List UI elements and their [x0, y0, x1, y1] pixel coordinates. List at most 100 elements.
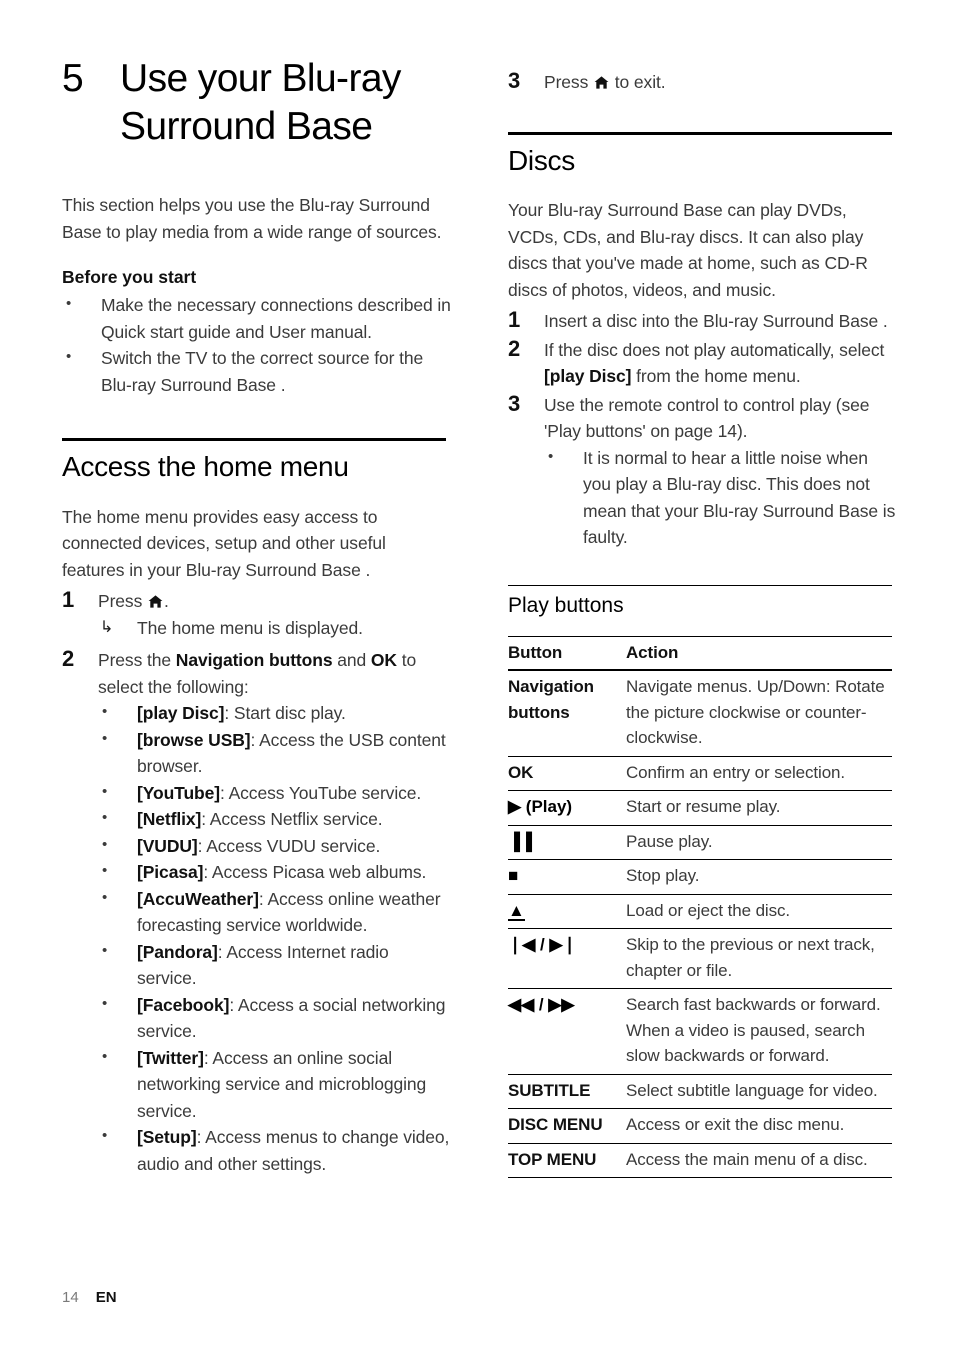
discs-section: Discs Your Blu-ray Surround Base can pla…	[508, 131, 898, 551]
page-footer: 14 EN	[62, 1289, 117, 1306]
list-item: Make the necessary connections described…	[62, 291, 452, 345]
ok-label: OK	[370, 650, 397, 671]
option-label: [AccuWeather]	[137, 888, 259, 909]
section-intro: The home menu provides easy access to co…	[62, 506, 386, 580]
step-text-before-icon: Press	[98, 591, 147, 612]
step-2: 2 If the disc does not play automaticall…	[508, 335, 898, 390]
step-note-list: It is normal to hear a little noise when…	[544, 444, 898, 551]
option-desc: : Access VUDU service.	[197, 835, 381, 856]
search-icon: ◀◀ / ▶▶	[508, 988, 626, 1075]
table-row: ■ Stop play.	[508, 859, 892, 895]
section-heading: Discs	[508, 144, 575, 176]
action-cell: Select subtitle language for video.	[626, 1074, 892, 1110]
option-label: [Setup]	[137, 1127, 197, 1148]
step-result: ↳ The home menu is displayed.	[98, 615, 452, 642]
option-label: [browse USB]	[137, 729, 251, 750]
list-item: [VUDU]: Access VUDU service.	[98, 832, 452, 860]
step-result-text: The home menu is displayed.	[137, 617, 363, 638]
table-row: ❘◀ / ▶❘ Skip to the previous or next tra…	[508, 928, 892, 990]
column-header-button: Button	[508, 635, 626, 672]
option-desc: : Start disc play.	[224, 703, 346, 724]
arrow-right-icon: ↳	[100, 618, 114, 636]
action-cell: Stop play.	[626, 859, 892, 895]
home-icon	[594, 76, 609, 89]
button-cell: SUBTITLE	[508, 1074, 626, 1110]
action-cell: Load or eject the disc.	[626, 894, 892, 930]
button-cell: Navigation buttons	[508, 670, 626, 757]
action-cell: Search fast backwards or forward. When a…	[626, 988, 892, 1075]
step-text-post: from the home menu.	[631, 366, 801, 387]
action-cell: Pause play.	[626, 825, 892, 861]
table-row: SUBTITLE Select subtitle language for vi…	[508, 1074, 892, 1110]
home-icon	[148, 595, 163, 608]
table-row: Navigation buttons Navigate menus. Up/Do…	[508, 670, 892, 757]
button-cell: TOP MENU	[508, 1143, 626, 1179]
discs-steps: 1 Insert a disc into the Blu-ray Surroun…	[508, 307, 898, 551]
section-rule	[508, 584, 892, 586]
play-disc-label: [play Disc]	[544, 366, 632, 387]
option-label: [Pandora]	[137, 941, 218, 962]
table-row: ◀◀ / ▶▶ Search fast backwards or forward…	[508, 988, 892, 1075]
stop-icon: ■	[508, 859, 626, 895]
section-heading: Access the home menu	[62, 451, 349, 483]
list-item: [Picasa]: Access Picasa web albums.	[98, 858, 452, 886]
step-1: 1 Press . ↳ The home menu is displayed.	[62, 587, 452, 642]
play-icon: ▶ (Play)	[508, 790, 626, 826]
list-item: [Facebook]: Access a social networking s…	[98, 991, 452, 1045]
list-item: [YouTube]: Access YouTube service.	[98, 779, 452, 807]
manual-page: 5 Use your Blu-ray Surround Base This se…	[0, 0, 954, 1350]
step-number: 2	[508, 335, 521, 361]
play-buttons-section: Play buttons Button Action Navigation bu…	[508, 584, 898, 1179]
step-number: 1	[62, 587, 75, 613]
page-number: 14	[62, 1289, 79, 1306]
section-rule	[62, 438, 446, 442]
step-text-before-icon: Press	[544, 72, 593, 92]
step-3: 3 Press to exit.	[508, 68, 898, 96]
chapter-title: Use your Blu-ray Surround Base	[120, 57, 401, 148]
home-menu-steps: 1 Press . ↳ The home menu is displayed. …	[62, 587, 452, 1177]
list-item: [Setup]: Access menus to change video, a…	[98, 1123, 452, 1177]
step-number: 3	[508, 390, 521, 416]
eject-icon: ▲	[508, 894, 626, 930]
list-item: [Netflix]: Access Netflix service.	[98, 805, 452, 833]
option-desc: : Access Picasa web albums.	[203, 862, 427, 883]
table-row: TOP MENU Access the main menu of a disc.	[508, 1143, 892, 1179]
action-cell: Access the main menu of a disc.	[626, 1143, 892, 1179]
step-lead-2: and	[332, 650, 371, 671]
option-desc: : Access Netflix service.	[201, 809, 383, 830]
table-header-row: Button Action	[508, 635, 892, 672]
action-cell: Navigate menus. Up/Down: Rotate the pict…	[626, 670, 892, 757]
option-label: [Twitter]	[137, 1047, 204, 1068]
step-text-after-icon: .	[164, 591, 169, 612]
step-1: 1 Insert a disc into the Blu-ray Surroun…	[508, 307, 898, 335]
chapter-number: 5	[62, 57, 84, 100]
left-column: 5 Use your Blu-ray Surround Base This se…	[62, 55, 452, 1179]
step-lead-1: Press the	[98, 650, 176, 671]
step-text: Insert a disc into the Blu-ray Surround …	[544, 311, 888, 332]
option-label: [play Disc]	[137, 703, 225, 724]
option-label: [Picasa]	[137, 862, 204, 883]
list-item: [browse USB]: Access the USB content bro…	[98, 726, 452, 780]
column-header-action: Action	[626, 635, 892, 672]
navigation-buttons-label: Navigation buttons	[175, 650, 333, 671]
step-text: Use the remote control to control play (…	[544, 394, 870, 442]
list-item: [AccuWeather]: Access online weather for…	[98, 885, 452, 939]
before-you-start-list: Make the necessary connections described…	[62, 291, 452, 398]
option-label: [VUDU]	[137, 835, 198, 856]
home-menu-options: [play Disc]: Start disc play. [browse US…	[98, 699, 452, 1177]
action-cell: Skip to the previous or next track, chap…	[626, 928, 892, 990]
action-cell: Confirm an entry or selection.	[626, 756, 892, 792]
exit-step-list: 3 Press to exit.	[508, 68, 898, 96]
before-you-start-heading: Before you start	[62, 267, 197, 288]
access-home-menu-section: Access the home menu The home menu provi…	[62, 438, 452, 1177]
step-number: 2	[62, 646, 75, 672]
table-row: OK Confirm an entry or selection.	[508, 756, 892, 792]
skip-icon: ❘◀ / ▶❘	[508, 928, 626, 990]
subsection-heading: Play buttons	[508, 593, 624, 617]
list-item: It is normal to hear a little noise when…	[544, 444, 898, 551]
table-row: ▶ (Play) Start or resume play.	[508, 790, 892, 826]
step-text-after-icon: to exit.	[610, 72, 666, 92]
action-cell: Start or resume play.	[626, 790, 892, 826]
step-number: 1	[508, 307, 521, 333]
button-cell: DISC MENU	[508, 1108, 626, 1144]
